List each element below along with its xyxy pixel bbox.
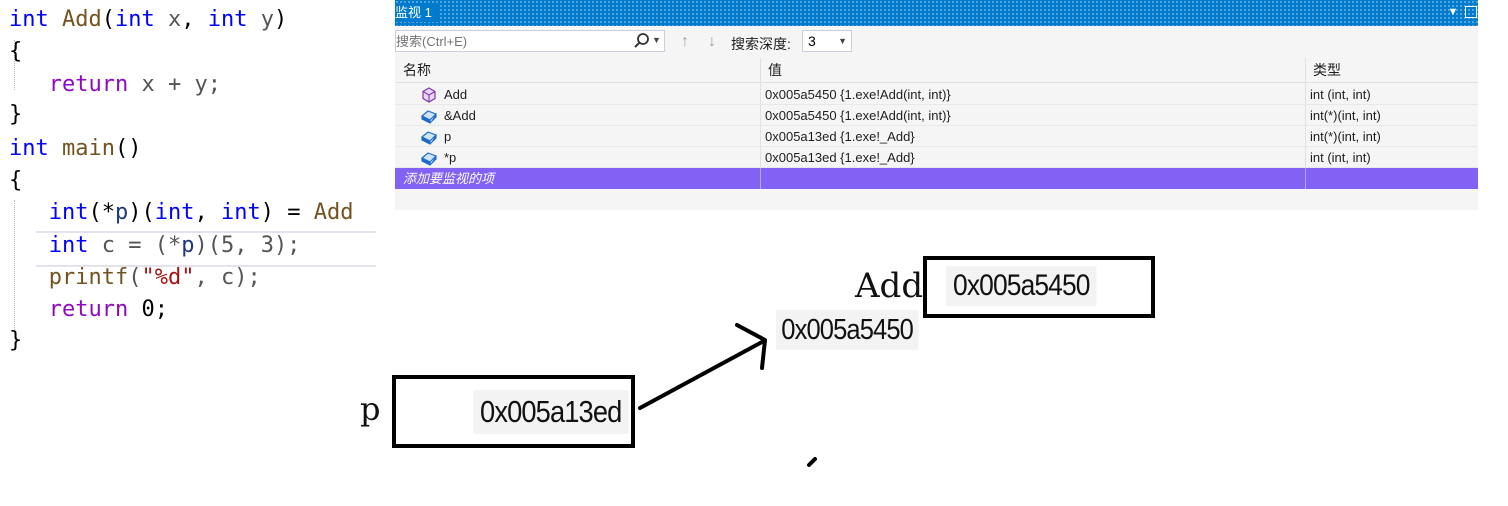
stray-mark [807,457,817,467]
arrow-shaft [638,340,764,410]
pointer-arrow [638,323,817,467]
